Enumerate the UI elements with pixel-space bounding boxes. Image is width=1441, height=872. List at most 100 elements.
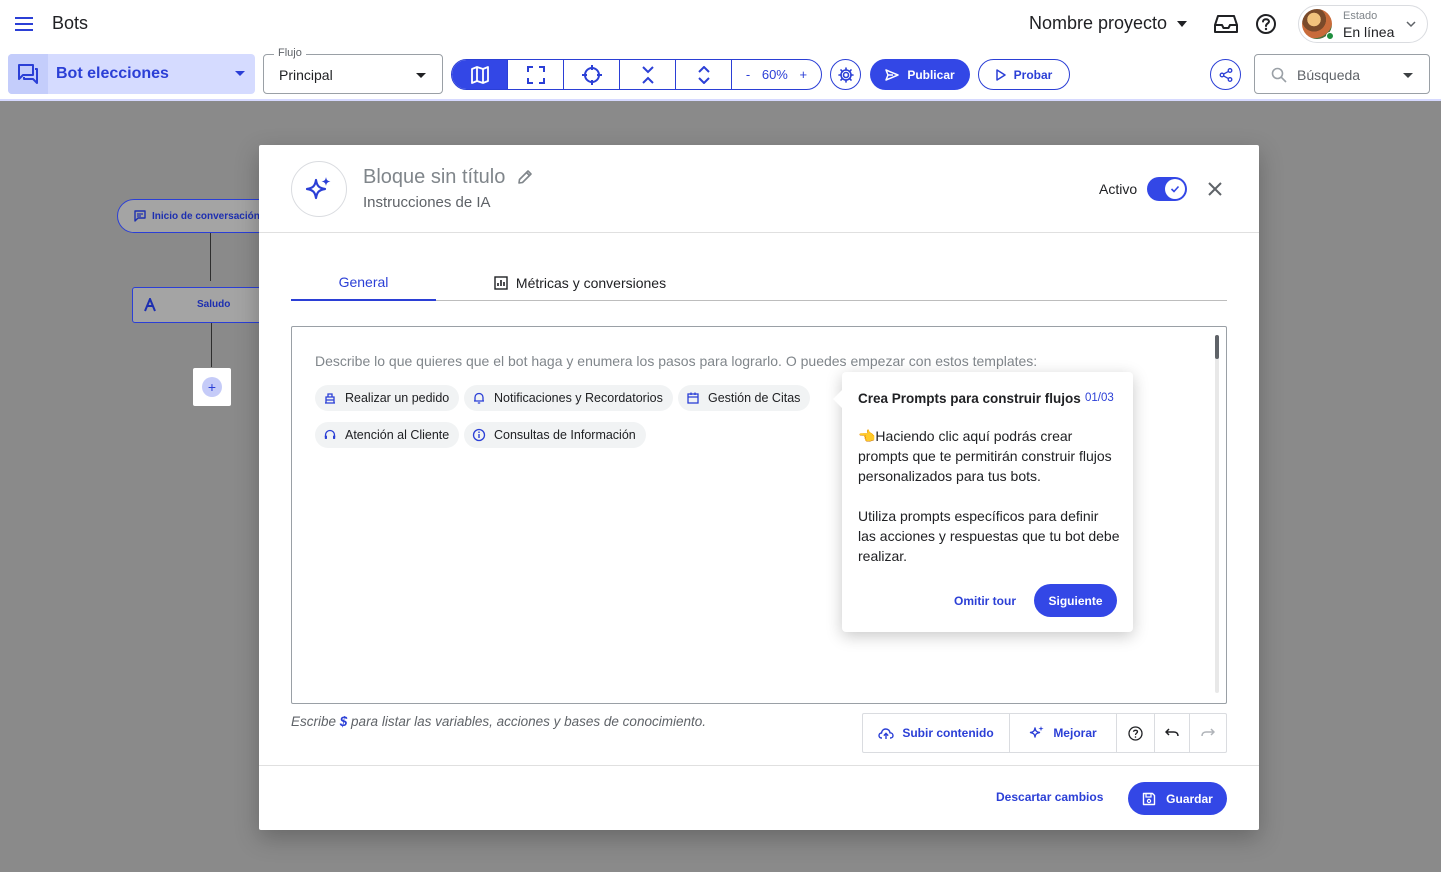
fit-screen-button[interactable] <box>508 60 564 89</box>
ai-sparkle-icon <box>291 161 347 217</box>
share-button[interactable] <box>1210 59 1241 90</box>
search-icon <box>1271 67 1287 83</box>
editor-placeholder: Describe lo que quieres que el bot haga … <box>315 353 1038 369</box>
publish-button[interactable]: Publicar <box>870 59 970 90</box>
tour-step-counter: 01/03 <box>1085 392 1114 404</box>
zoom-level: 60% <box>761 67 788 82</box>
tour-paragraph: 👈Haciendo clic aquí podrás crear prompts… <box>858 428 1112 484</box>
order-icon <box>325 393 335 404</box>
editor-scrollbar[interactable] <box>1215 335 1219 693</box>
hint-text: Escribe <box>291 714 340 729</box>
tour-title: Crea Prompts para construir flujos <box>858 391 1081 406</box>
fullscreen-icon <box>526 65 545 84</box>
template-chip[interactable]: Gestión de Citas <box>678 385 811 411</box>
flow-value: Principal <box>279 67 333 83</box>
project-name: Nombre proyecto <box>1029 13 1168 33</box>
check-icon <box>1165 179 1185 199</box>
template-chip[interactable]: Consultas de Información <box>464 422 646 448</box>
template-chip[interactable]: Notificaciones y Recordatorios <box>464 385 673 411</box>
active-label: Activo <box>1099 181 1138 197</box>
status-label: Estado <box>1343 10 1378 22</box>
template-chip[interactable]: Realizar un pedido <box>315 385 460 411</box>
undo-button[interactable] <box>1155 714 1190 752</box>
inbox-icon[interactable] <box>1214 13 1238 35</box>
plus-icon: + <box>202 377 222 397</box>
flow-connector <box>210 233 211 281</box>
undo-icon <box>1165 728 1179 737</box>
settings-button[interactable] <box>830 59 861 90</box>
upload-label: Subir contenido <box>902 726 994 740</box>
save-icon <box>1142 792 1156 805</box>
tour-paragraph: Utiliza prompts específicos para definir… <box>858 508 1120 564</box>
active-toggle[interactable] <box>1147 177 1187 201</box>
skip-tour-button[interactable]: Omitir tour <box>954 594 1016 608</box>
bot-selector[interactable]: Bot elecciones <box>8 54 255 94</box>
project-selector[interactable]: Nombre proyecto <box>1029 13 1188 34</box>
publish-label: Publicar <box>907 67 955 82</box>
block-title: Bloque sin título <box>363 166 506 188</box>
upload-content-button[interactable]: Subir contenido <box>863 714 1010 752</box>
flow-label: Flujo <box>274 47 306 59</box>
chart-icon <box>494 276 508 290</box>
send-icon <box>885 68 900 81</box>
map-view-button[interactable] <box>452 60 508 89</box>
top-bar: Bots Nombre proyecto Estado En línea <box>0 0 1441 48</box>
close-icon[interactable] <box>1206 180 1224 198</box>
template-label: Consultas de Información <box>494 428 636 442</box>
expand-button[interactable] <box>676 60 732 89</box>
save-button[interactable]: Guardar <box>1128 782 1227 815</box>
flow-select[interactable]: Flujo Principal <box>263 47 443 94</box>
next-button[interactable]: Siguiente <box>1034 584 1117 617</box>
popover-arrow <box>833 390 842 408</box>
caret-down-icon <box>416 73 426 78</box>
scrollbar-thumb[interactable] <box>1215 335 1219 359</box>
menu-icon[interactable] <box>14 14 34 34</box>
flow-connector <box>211 323 212 367</box>
help-icon <box>1128 725 1143 741</box>
save-label: Guardar <box>1166 791 1213 806</box>
bot-name: Bot elecciones <box>56 65 169 82</box>
collapse-button[interactable] <box>620 60 676 89</box>
user-status-menu[interactable]: Estado En línea <box>1298 5 1428 43</box>
block-type: Instrucciones de IA <box>363 194 491 211</box>
discard-button[interactable]: Descartar cambios <box>996 790 1103 804</box>
template-label: Notificaciones y Recordatorios <box>494 391 663 405</box>
modal-footer: Descartar cambios Guardar <box>259 765 1259 830</box>
redo-icon <box>1201 728 1215 737</box>
info-icon <box>472 428 486 442</box>
tabs: General Métricas y conversiones <box>291 265 1227 301</box>
sparkle-icon <box>1030 726 1044 738</box>
greeting-node-label: Saludo <box>197 299 231 310</box>
tab-metrics[interactable]: Métricas y conversiones <box>485 265 675 301</box>
variables-hint: Escribe $ para listar las variables, acc… <box>291 714 706 729</box>
add-node-button[interactable]: + <box>193 368 231 406</box>
chat-icon <box>8 54 48 94</box>
collapse-icon <box>641 65 654 84</box>
tab-general[interactable]: General <box>291 265 436 301</box>
gear-icon <box>837 66 854 83</box>
template-chip[interactable]: Atención al Cliente <box>315 422 460 448</box>
status-value: En línea <box>1343 24 1395 40</box>
app-title: Bots <box>52 13 89 33</box>
template-label: Gestión de Citas <box>708 391 801 405</box>
test-button[interactable]: Probar <box>978 59 1070 90</box>
start-node-label: Inicio de conversación p <box>152 210 269 222</box>
bell-icon <box>474 392 484 404</box>
play-icon <box>995 68 1006 81</box>
caret-down-icon <box>1403 73 1413 78</box>
help-icon[interactable] <box>1255 13 1277 35</box>
search-input[interactable]: Búsqueda <box>1254 54 1430 94</box>
help-button[interactable] <box>1117 714 1155 752</box>
improve-label: Mejorar <box>1053 726 1097 740</box>
redo-button[interactable] <box>1190 714 1226 752</box>
hint-text-rest: para listar las variables, acciones y ba… <box>347 714 706 729</box>
center-button[interactable] <box>564 60 620 89</box>
template-label: Realizar un pedido <box>345 391 450 405</box>
modal-header: Bloque sin título Instrucciones de IA Ac… <box>259 145 1259 233</box>
tab-metrics-label: Métricas y conversiones <box>515 275 667 291</box>
zoom-in-button[interactable]: + <box>800 67 808 82</box>
pencil-icon[interactable] <box>516 168 534 186</box>
tour-body: 👈Haciendo clic aquí podrás crear prompts… <box>858 426 1120 566</box>
zoom-out-button[interactable]: - <box>746 67 750 82</box>
improve-button[interactable]: Mejorar <box>1010 714 1117 752</box>
